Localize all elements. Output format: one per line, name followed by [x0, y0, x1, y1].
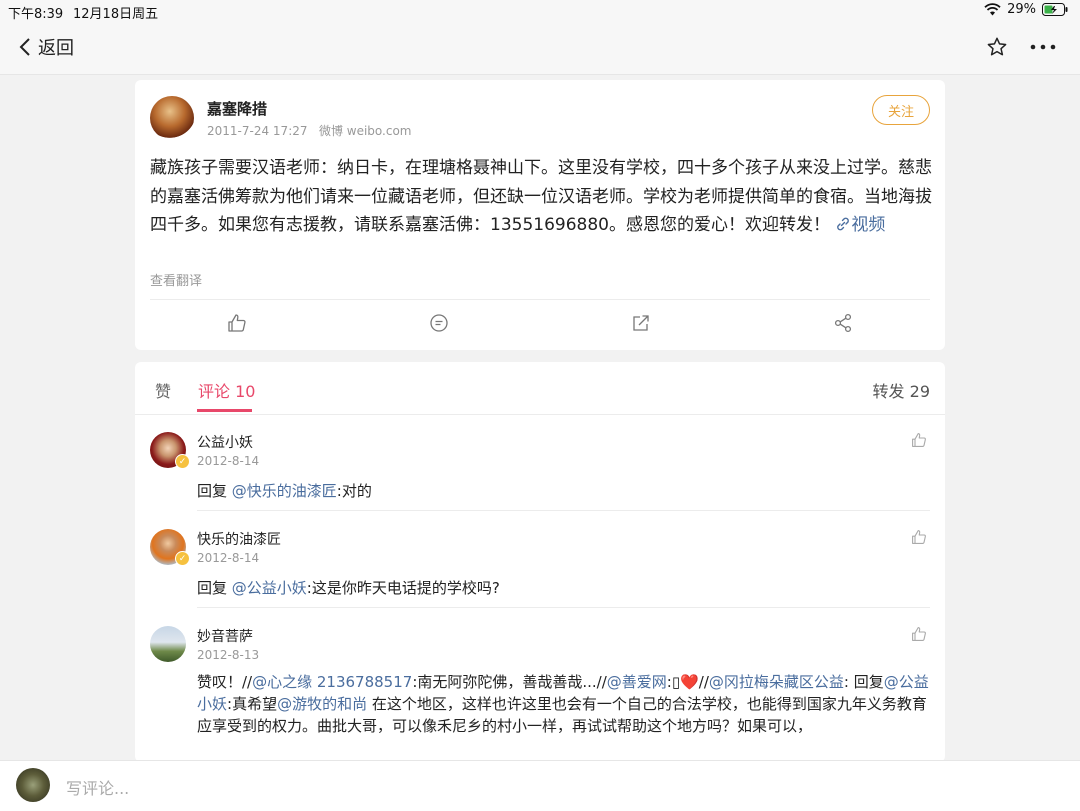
share-icon[interactable]	[833, 313, 853, 333]
status-time: 下午8:39	[8, 7, 64, 22]
comment-like-icon[interactable]	[911, 432, 927, 448]
comment-like-icon[interactable]	[911, 529, 927, 545]
more-icon[interactable]	[1030, 44, 1056, 50]
comment-input[interactable]: 写评论...	[66, 775, 129, 799]
post-text: 藏族孩子需要汉语老师：纳日卡，在理塘格聂神山下。这里没有学校，四十多个孩子从来没…	[150, 158, 932, 235]
comment-tabs: 赞 评论 10 转发 29	[135, 362, 945, 415]
link-icon	[837, 217, 850, 231]
mention-link[interactable]: @公益小妖	[232, 579, 307, 597]
status-date: 12月18日周五	[73, 7, 159, 22]
divider	[150, 299, 930, 300]
navigation-bar: 返回	[0, 22, 1080, 75]
author-name[interactable]: 嘉塞降措	[207, 98, 267, 119]
chevron-left-icon	[19, 38, 30, 56]
battery-icon	[1042, 3, 1068, 16]
comment-item: ✓ 公益小妖 2012-8-14 回复 @快乐的油漆匠:对的	[135, 432, 945, 512]
comment-composer-bar: 写评论...	[0, 760, 1080, 811]
comment-text: 回复 @公益小妖:这是你昨天电话提的学校吗?	[197, 577, 932, 599]
comment-body: :这是你昨天电话提的学校吗?	[306, 579, 500, 597]
comments-card: 赞 评论 10 转发 29 ✓ 公益小妖 2012-8-14 回复 @快乐的油漆…	[135, 362, 945, 762]
commenter-name[interactable]: 快乐的油漆匠	[197, 529, 281, 549]
video-link[interactable]: 视频	[835, 215, 885, 235]
active-tab-indicator	[197, 409, 252, 412]
post-meta: 2011-7-24 17:27 微博 weibo.com	[207, 122, 412, 139]
commenter-name[interactable]: 妙音菩萨	[197, 626, 253, 646]
tab-reposts[interactable]: 转发 29	[873, 378, 930, 402]
verified-badge: ✓	[175, 454, 190, 469]
comment-like-icon[interactable]	[911, 626, 927, 642]
star-icon[interactable]	[986, 36, 1008, 58]
divider	[197, 607, 930, 608]
status-bar: 下午8:39 12月18日周五 29%	[0, 0, 1080, 22]
post-timestamp: 2011-7-24 17:27	[207, 124, 308, 138]
repost-icon[interactable]	[631, 313, 651, 333]
post-content: 藏族孩子需要汉语老师：纳日卡，在理塘格聂神山下。这里没有学校，四十多个孩子从来没…	[150, 154, 935, 240]
tab-comments[interactable]: 评论 10	[198, 378, 255, 402]
back-button[interactable]: 返回	[18, 34, 74, 60]
comment-item: 妙音菩萨 2012-8-13 赞叹！//@心之缘 2136788517:南无阿弥…	[135, 626, 945, 762]
tab-likes[interactable]: 赞	[155, 378, 171, 402]
verified-badge: ✓	[175, 551, 190, 566]
back-label: 返回	[38, 38, 74, 59]
follow-button[interactable]: 关注	[872, 95, 930, 125]
post-source: 微博 weibo.com	[318, 124, 412, 138]
mention-link[interactable]: @游牧的和尚	[277, 695, 367, 713]
comment-body: 赞叹！//	[197, 673, 253, 691]
comment-text: 回复 @快乐的油漆匠:对的	[197, 480, 932, 502]
post-card: 嘉塞降措 2011-7-24 17:27 微博 weibo.com 关注 藏族孩…	[135, 80, 945, 350]
comment-icon[interactable]	[429, 313, 449, 333]
mention-link[interactable]: @冈拉梅朵藏区公益	[709, 673, 844, 691]
comment-item: ✓ 快乐的油漆匠 2012-8-14 回复 @公益小妖:这是你昨天电话提的学校吗…	[135, 529, 945, 609]
comment-body: :南无阿弥陀佛，善哉善哉...//	[412, 673, 607, 691]
my-avatar[interactable]	[16, 768, 50, 802]
comment-date: 2012-8-14	[197, 551, 260, 565]
commenter-name[interactable]: 公益小妖	[197, 432, 253, 452]
mention-link[interactable]: @心之缘 2136788517	[252, 673, 412, 691]
battery-percent: 29%	[1007, 2, 1036, 17]
translate-link[interactable]: 查看翻译	[150, 270, 202, 289]
commenter-avatar[interactable]	[150, 626, 186, 662]
reply-prefix: 回复	[197, 482, 232, 500]
comment-body: :真希望	[227, 695, 278, 713]
mention-link[interactable]: @善爱网	[607, 673, 667, 691]
video-link-label: 视频	[851, 215, 886, 235]
comment-body: : 回复	[843, 673, 884, 691]
post-actions	[135, 310, 945, 340]
wifi-icon	[984, 3, 1001, 16]
like-icon[interactable]	[227, 313, 247, 333]
comment-body: :对的	[336, 482, 372, 500]
reply-prefix: 回复	[197, 579, 232, 597]
comment-date: 2012-8-13	[197, 648, 260, 662]
comment-body: :▯❤️//	[666, 673, 709, 691]
comment-text: 赞叹！//@心之缘 2136788517:南无阿弥陀佛，善哉善哉...//@善爱…	[197, 671, 932, 737]
author-avatar[interactable]	[150, 96, 194, 140]
divider	[197, 510, 930, 511]
mention-link[interactable]: @快乐的油漆匠	[232, 482, 337, 500]
comment-date: 2012-8-14	[197, 454, 260, 468]
